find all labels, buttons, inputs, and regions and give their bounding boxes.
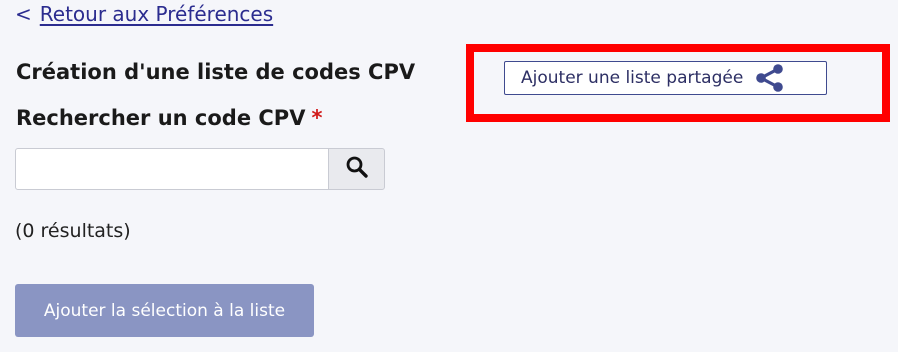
back-to-preferences-link[interactable]: < Retour aux Préférences [15, 2, 273, 26]
cpv-search-input[interactable] [15, 148, 329, 190]
results-count: (0 résultats) [15, 220, 131, 242]
required-asterisk: * [311, 106, 323, 130]
search-icon [345, 155, 369, 183]
add-shared-list-button[interactable]: Ajouter une liste partagée [504, 61, 827, 95]
share-icon [753, 63, 787, 93]
search-cpv-label: Rechercher un code CPV * [16, 106, 322, 130]
search-cpv-label-text: Rechercher un code CPV [16, 106, 306, 130]
add-shared-list-label: Ajouter une liste partagée [521, 68, 744, 88]
back-chevron: < [15, 2, 32, 26]
add-selection-to-list-button[interactable]: Ajouter la sélection à la liste [15, 284, 314, 337]
search-button[interactable] [328, 148, 385, 190]
back-link-label: Retour aux Préférences [39, 2, 274, 26]
page-title: Création d'une liste de codes CPV [16, 60, 416, 84]
